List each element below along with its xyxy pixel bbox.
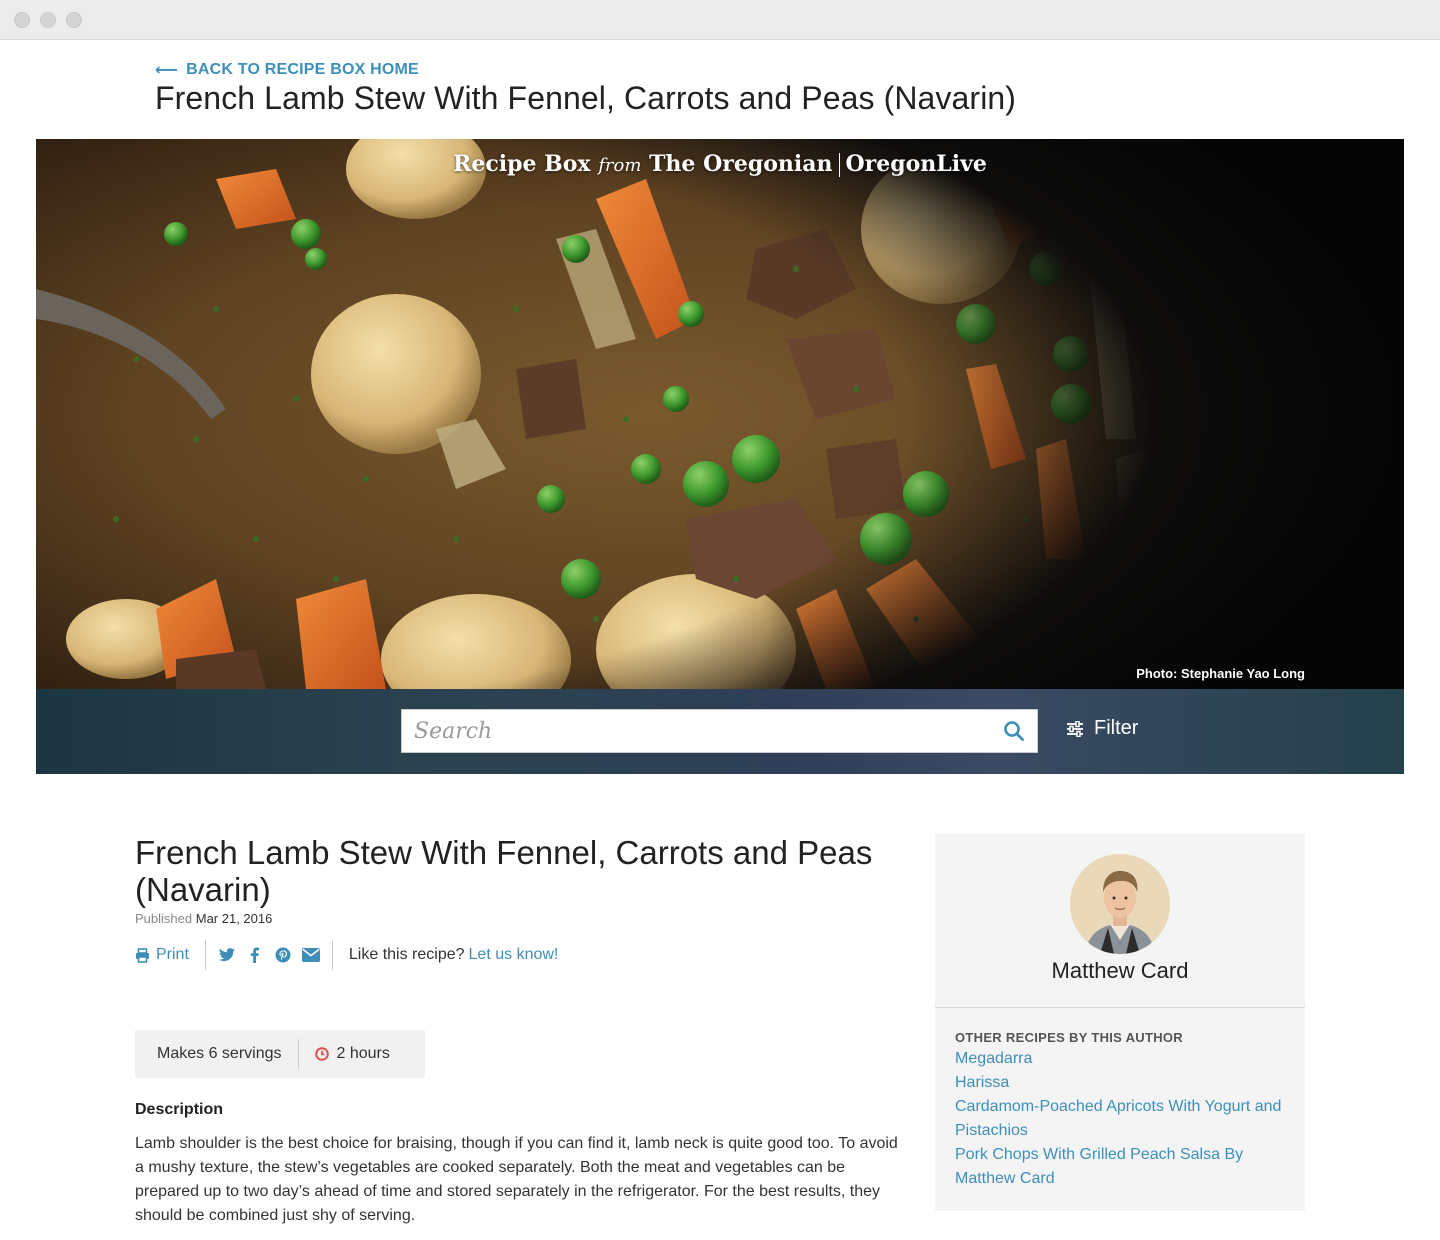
- brand-oregonian: The Oregonian: [649, 151, 833, 177]
- search-input[interactable]: [402, 710, 992, 752]
- search-icon[interactable]: [1003, 720, 1025, 742]
- sliders-icon: [1067, 720, 1083, 737]
- brand-oregonlive: OregonLive: [845, 151, 987, 177]
- cook-time-value: 2 hours: [336, 1045, 390, 1062]
- printer-icon: [136, 947, 149, 963]
- author-portrait: [1070, 854, 1170, 954]
- servings: Makes 6 servings: [157, 1045, 282, 1062]
- published-label: Published: [135, 911, 193, 926]
- filter-button[interactable]: Filter: [1066, 717, 1138, 740]
- like-prompt: Like this recipe?: [348, 946, 465, 963]
- share-toolbar: Print Like this recipe? Let us know!: [135, 940, 558, 970]
- sidebar-divider: [935, 1007, 1305, 1008]
- other-recipe-link[interactable]: Megadarra: [955, 1047, 1285, 1071]
- author-avatar[interactable]: [1070, 854, 1170, 954]
- window-zoom-dot[interactable]: [66, 12, 82, 28]
- author-sidebar: Matthew Card OTHER RECIPES BY THIS AUTHO…: [935, 834, 1305, 1211]
- browser-titlebar: [0, 0, 1440, 40]
- other-recipe-link[interactable]: Cardamom-Poached Apricots With Yogurt an…: [955, 1095, 1285, 1143]
- clock-icon: [314, 1047, 329, 1061]
- hero-image: Recipe Box from The Oregonian OregonLive …: [36, 139, 1404, 689]
- back-to-home-link[interactable]: ⟵ BACK TO RECIPE BOX HOME: [155, 60, 419, 80]
- window-close-dot[interactable]: [14, 12, 30, 28]
- cook-time: 2 hours: [299, 1045, 390, 1063]
- description-heading: Description: [135, 1101, 224, 1118]
- search-bar-band: Filter: [36, 689, 1404, 774]
- pinterest-icon[interactable]: [274, 946, 292, 964]
- other-recipe-link[interactable]: Harissa: [955, 1071, 1285, 1095]
- social-share-icons: [206, 946, 332, 964]
- photo-credit: Photo: Stephanie Yao Long: [1136, 666, 1305, 681]
- email-icon[interactable]: [301, 946, 320, 964]
- published-date: Published Mar 21, 2016: [135, 911, 272, 926]
- description-text: Lamb shoulder is the best choice for bra…: [135, 1135, 898, 1224]
- brand-recipe-box: Recipe Box: [453, 151, 591, 177]
- recipe-meta-box: Makes 6 servings 2 hours: [135, 1030, 425, 1078]
- print-label: Print: [156, 946, 189, 963]
- page-title: French Lamb Stew With Fennel, Carrots an…: [155, 80, 1017, 116]
- published-value: Mar 21, 2016: [195, 911, 273, 926]
- other-recipes-list: Megadarra Harissa Cardamom-Poached Apric…: [955, 1047, 1285, 1191]
- search-box: [401, 709, 1038, 753]
- window-minimize-dot[interactable]: [40, 12, 56, 28]
- other-recipe-link[interactable]: Pork Chops With Grilled Peach Salsa By M…: [955, 1143, 1285, 1191]
- recipe-title: French Lamb Stew With Fennel, Carrots an…: [135, 834, 873, 908]
- filter-label: Filter: [1094, 717, 1139, 739]
- brand-from: from: [598, 155, 642, 176]
- author-name[interactable]: Matthew Card: [935, 958, 1305, 984]
- other-recipes-heading: OTHER RECIPES BY THIS AUTHOR: [955, 1030, 1183, 1045]
- recipe-box-brand: Recipe Box from The Oregonian OregonLive: [36, 151, 1404, 177]
- brand-divider: [838, 153, 840, 177]
- twitter-icon[interactable]: [218, 946, 236, 964]
- print-button[interactable]: Print: [135, 946, 205, 964]
- facebook-icon[interactable]: [246, 946, 264, 964]
- back-link-label: BACK TO RECIPE BOX HOME: [186, 61, 419, 78]
- like-feedback-link[interactable]: Let us know!: [469, 946, 559, 964]
- stew-photo: [36, 139, 1404, 689]
- arrow-left-icon: ⟵: [155, 62, 179, 79]
